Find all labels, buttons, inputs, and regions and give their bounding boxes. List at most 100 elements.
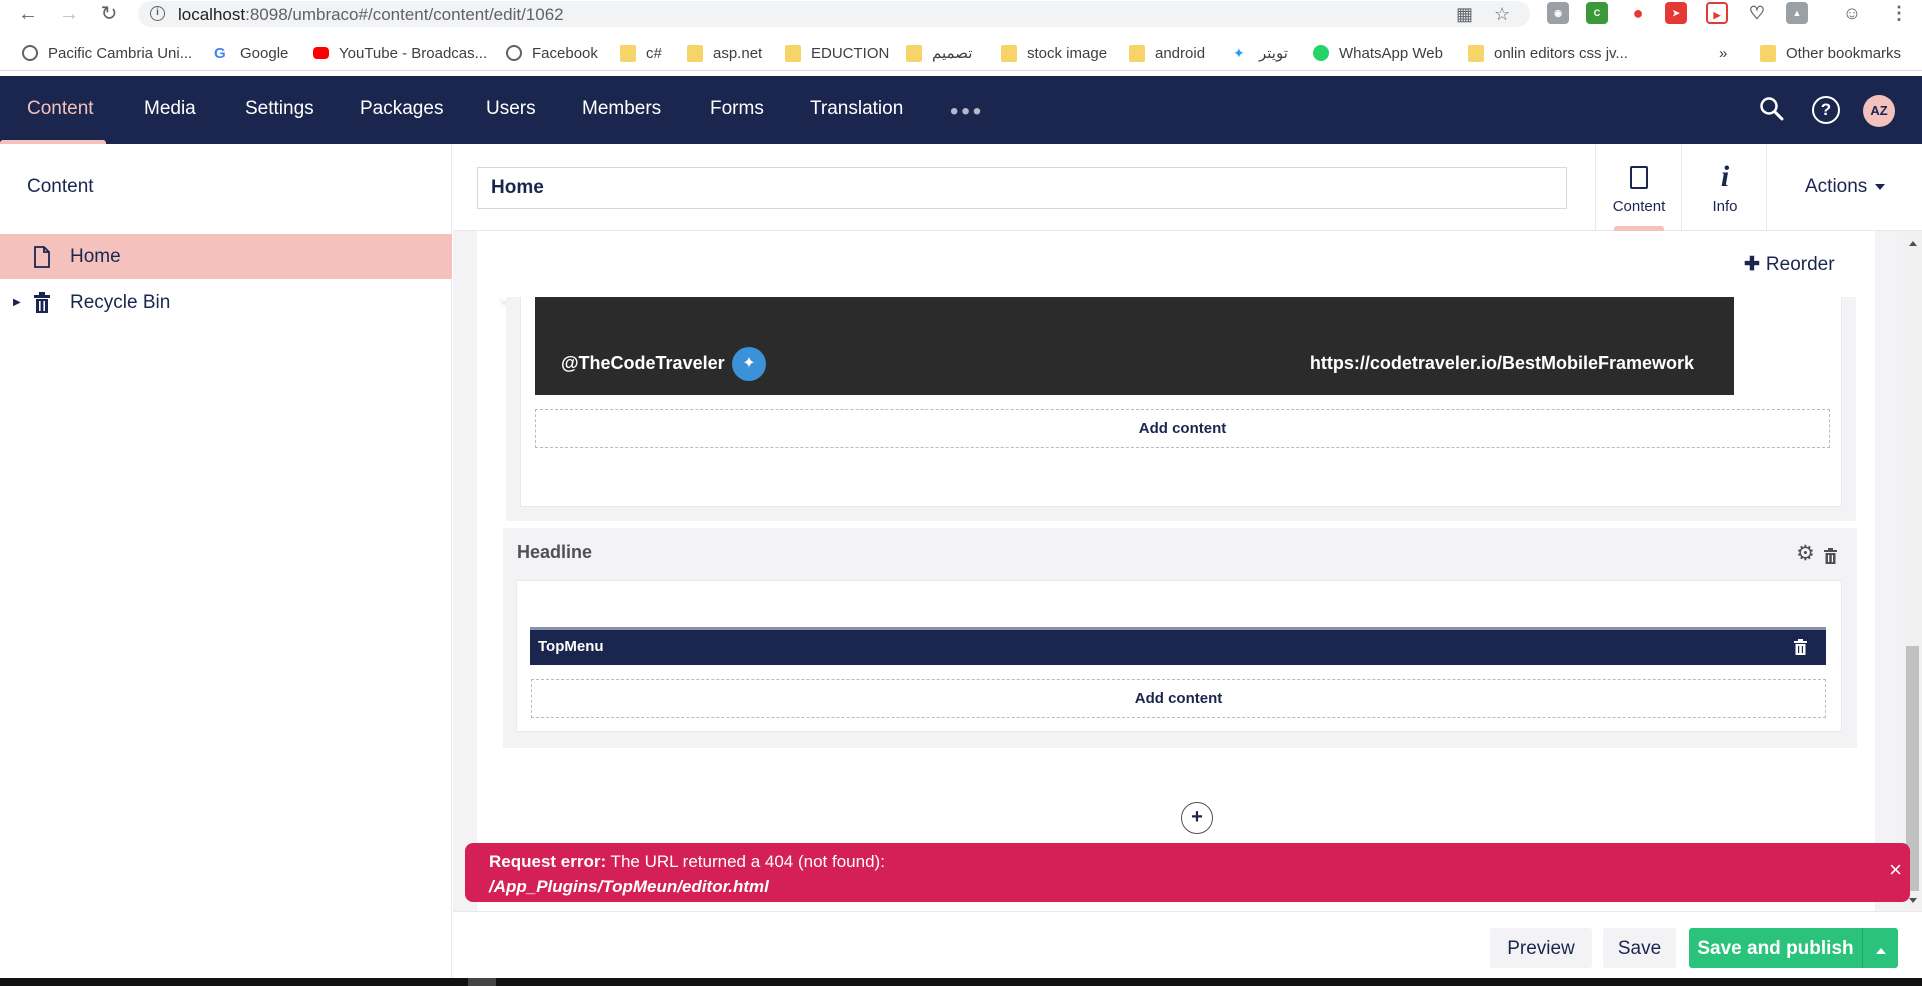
site-info-icon[interactable]: i (150, 6, 165, 21)
save-button[interactable]: Save (1603, 928, 1676, 968)
bookmark-item[interactable]: ✦ تويتر (1233, 42, 1288, 64)
bookmark-item[interactable]: Facebook (506, 42, 598, 64)
tree-item-recycle-bin[interactable]: ▶ Recycle Bin (0, 280, 452, 325)
trash-icon[interactable] (1794, 639, 1807, 655)
url-text[interactable]: localhost:8098/umbraco#/content/content/… (178, 5, 564, 25)
scroll-down-icon[interactable] (1909, 898, 1917, 903)
twitter-icon: ✦ (1233, 45, 1245, 61)
search-icon[interactable] (1758, 96, 1786, 124)
nav-item-forms[interactable]: Forms (710, 76, 764, 144)
tab-info[interactable]: i Info (1681, 144, 1767, 231)
publish-options-button[interactable] (1862, 928, 1898, 968)
star-icon[interactable]: ☆ (1494, 4, 1510, 25)
expand-caret-icon[interactable]: ▶ (13, 297, 21, 308)
taskbar-item[interactable] (468, 978, 496, 986)
pin-extension-icon[interactable]: ● (1627, 2, 1649, 24)
actions-label: Actions (1805, 176, 1868, 197)
bookmark-item[interactable]: تصميم (906, 42, 972, 64)
topmenu-block[interactable]: TopMenu (530, 627, 1826, 665)
bookmark-item[interactable]: asp.net (687, 42, 762, 64)
nav-item-translation[interactable]: Translation (810, 76, 903, 144)
bookmarks-overflow[interactable]: » (1719, 42, 1727, 64)
bookmark-item[interactable]: c# (620, 42, 662, 64)
reorder-button[interactable]: ✚ Reorder (1744, 253, 1835, 276)
bookmark-item[interactable]: YouTube - Broadcas... (313, 42, 487, 64)
help-icon[interactable]: ? (1812, 96, 1840, 124)
save-and-publish-button[interactable]: Save and publish (1689, 928, 1862, 968)
banner-image[interactable]: @TheCodeTraveler ✦ https://codetraveler.… (535, 297, 1734, 395)
tree-item-home[interactable]: Home (0, 234, 452, 279)
actions-dropdown[interactable]: Actions (1805, 176, 1886, 198)
folder-icon (620, 44, 636, 62)
gear-icon[interactable]: ⚙ (1796, 541, 1815, 566)
grid-editor-panel: ✚ Reorder @TheCodeTraveler ✦ https://code… (477, 231, 1875, 911)
add-content-button[interactable]: Add content (535, 409, 1830, 448)
os-taskbar (0, 978, 1922, 986)
document-icon (1630, 166, 1648, 189)
video-extension-icon[interactable]: ▶ (1706, 2, 1728, 24)
folder-icon (1001, 44, 1017, 62)
bookmark-item[interactable]: onlin editors css jv... (1468, 42, 1628, 64)
scroll-up-icon[interactable] (1909, 241, 1917, 246)
menu-kebab-icon[interactable]: ⋮ (1888, 2, 1910, 24)
error-message: The URL returned a 404 (not found): (606, 852, 885, 871)
youtube-icon (313, 47, 329, 59)
twitter-handle: @TheCodeTraveler (561, 353, 725, 373)
move-icon: ✚ (1744, 254, 1760, 275)
preview-button[interactable]: Preview (1490, 928, 1592, 968)
cors-extension-icon[interactable]: C (1586, 2, 1608, 24)
back-arrow-icon[interactable]: ← (17, 3, 39, 25)
top-navigation: Content Media Settings Packages Users Me… (0, 76, 1922, 144)
nav-item-media[interactable]: Media (144, 76, 196, 144)
nav-item-packages[interactable]: Packages (360, 76, 443, 144)
grid-row-headline: Headline ⚙ TopMenu Add content (503, 528, 1857, 748)
tab-content[interactable]: Content (1595, 144, 1681, 231)
grid-cell: @TheCodeTraveler ✦ https://codetraveler.… (520, 297, 1842, 507)
error-prefix: Request error: (489, 852, 607, 871)
bookmark-item[interactable]: WhatsApp Web (1313, 42, 1443, 64)
reload-icon[interactable]: ↻ (98, 3, 120, 25)
google-icon: G (214, 45, 226, 62)
more-sections-icon[interactable]: ••• (950, 100, 984, 124)
twitter-icon: ✦ (732, 347, 766, 381)
tab-label: Info (1712, 198, 1738, 215)
translate-icon[interactable]: ▦ (1456, 4, 1473, 25)
other-bookmarks[interactable]: Other bookmarks (1760, 42, 1901, 64)
camera-extension-icon[interactable]: ◉ (1547, 2, 1569, 24)
address-bar[interactable]: i localhost:8098/umbraco#/content/conten… (138, 1, 1530, 27)
close-icon[interactable]: × (1889, 859, 1902, 881)
bookmark-item[interactable]: Pacific Cambria Uni... (22, 42, 192, 64)
bookmark-item[interactable]: stock image (1001, 42, 1107, 64)
bookmark-item[interactable]: G Google (214, 42, 288, 64)
pdf-extension-icon[interactable]: ➤ (1665, 2, 1687, 24)
sidebar-title: Content (27, 176, 94, 197)
bookmark-item[interactable]: android (1129, 42, 1205, 64)
whatsapp-icon (1313, 45, 1329, 61)
row-title: Headline (517, 542, 593, 562)
add-content-button[interactable]: Add content (531, 679, 1826, 718)
pocket-extension-icon[interactable]: ♡ (1746, 2, 1768, 24)
bookmark-item[interactable]: EDUCTION (785, 42, 889, 64)
avatar[interactable]: AZ (1863, 95, 1895, 127)
nav-item-settings[interactable]: Settings (245, 76, 314, 144)
nav-item-content[interactable]: Content (27, 76, 94, 144)
add-row-button[interactable]: + (1181, 802, 1213, 834)
forward-arrow-icon[interactable]: → (58, 3, 80, 25)
caret-down-icon (1875, 183, 1886, 190)
shield-extension-icon[interactable]: ▲ (1786, 2, 1808, 24)
content-tree-sidebar: Content Home ▶ Recycle Bin (0, 144, 452, 986)
caret-up-icon (1875, 948, 1886, 954)
reorder-label: Reorder (1765, 254, 1835, 275)
nav-item-users[interactable]: Users (486, 76, 536, 144)
folder-icon (906, 44, 922, 62)
folder-icon (1760, 44, 1776, 62)
grid-row: @TheCodeTraveler ✦ https://codetraveler.… (506, 297, 1856, 521)
nav-item-members[interactable]: Members (582, 76, 661, 144)
scrollbar[interactable] (1903, 231, 1922, 911)
node-name-input[interactable] (477, 167, 1567, 209)
trash-icon[interactable] (1824, 548, 1837, 564)
globe-icon (22, 45, 38, 61)
globe-icon (506, 45, 522, 61)
bookmarks-bar: Pacific Cambria Uni... G Google YouTube -… (0, 33, 1922, 71)
profile-icon[interactable]: ☺ (1841, 2, 1863, 24)
